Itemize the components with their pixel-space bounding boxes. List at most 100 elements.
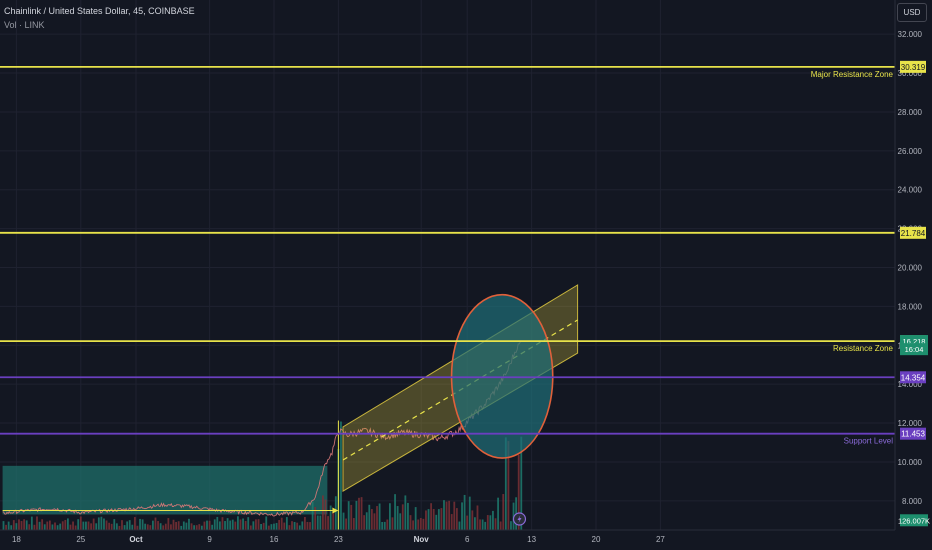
volume-bar xyxy=(136,525,139,530)
volume-bar xyxy=(113,519,116,530)
volume-bar xyxy=(430,503,433,530)
volume-bar xyxy=(275,522,278,530)
x-tick-label: Oct xyxy=(129,535,143,544)
y-tick-label: 32.000 xyxy=(898,30,923,39)
volume-bar xyxy=(309,522,311,530)
price-chart[interactable]: Major Resistance Zone Resistance Zone Supp… xyxy=(0,0,932,550)
volume-bar xyxy=(463,494,466,530)
volume-bar xyxy=(471,510,474,530)
volume-bar xyxy=(123,525,126,530)
volume-bar xyxy=(461,502,463,530)
volume-bar xyxy=(280,517,283,530)
volume-bar xyxy=(41,519,44,530)
volume-bar xyxy=(425,510,427,530)
volume-bar xyxy=(108,522,111,530)
volume-bar xyxy=(226,518,229,530)
volume-bar xyxy=(311,501,314,530)
volume-bar xyxy=(74,525,77,530)
volume-bar xyxy=(448,500,451,530)
volume-bar xyxy=(291,521,293,530)
volume-bar xyxy=(221,517,224,530)
volume-bar xyxy=(175,521,177,530)
volume-bar xyxy=(407,502,409,530)
volume-bar xyxy=(319,515,322,530)
volume-bar xyxy=(172,519,175,530)
volume-bar xyxy=(293,521,296,530)
volume-bar xyxy=(211,524,214,530)
axis-badge-label: 16:04 xyxy=(905,345,924,354)
volume-bar xyxy=(492,510,494,530)
volume-bar xyxy=(334,496,337,530)
x-tick-label: 13 xyxy=(527,535,536,544)
level-annotation-2: Resistance Zone xyxy=(833,344,894,353)
volume-bar xyxy=(72,521,74,530)
volume-bar xyxy=(234,521,237,530)
x-tick-label: 25 xyxy=(76,535,85,544)
level-annotation-0: Major Resistance Zone xyxy=(811,70,894,79)
volume-bar xyxy=(133,517,136,530)
volume-bar xyxy=(23,519,26,530)
volume-bar xyxy=(265,516,268,530)
volume-bar xyxy=(373,513,376,530)
volume-bar xyxy=(435,514,438,530)
volume-bar xyxy=(79,516,82,530)
volume-bar xyxy=(180,525,183,530)
volume-bar xyxy=(270,524,273,530)
currency-button[interactable]: USD xyxy=(897,3,927,22)
volume-bar xyxy=(386,519,389,530)
volume-bar xyxy=(100,516,103,530)
x-tick-label: 9 xyxy=(207,535,212,544)
volume-legend: Vol · LINK xyxy=(4,20,45,30)
volume-bar xyxy=(198,524,201,530)
volume-bar xyxy=(216,516,219,530)
volume-bar xyxy=(285,517,288,530)
volume-bar xyxy=(432,508,435,530)
volume-bar xyxy=(260,523,262,530)
x-tick-label: 18 xyxy=(12,535,21,544)
volume-bar xyxy=(121,520,123,530)
volume-bar xyxy=(25,520,28,530)
volume-bar xyxy=(105,520,108,530)
volume-bar xyxy=(177,521,180,530)
volume-bar xyxy=(149,525,152,530)
volume-bar xyxy=(242,518,244,530)
volume-bar xyxy=(28,524,31,530)
volume-bar xyxy=(126,521,129,530)
volume-bar xyxy=(30,516,33,530)
y-tick-label: 26.000 xyxy=(898,147,923,156)
volume-bar xyxy=(301,521,304,530)
volume-bar xyxy=(20,521,23,530)
volume-bar xyxy=(162,525,165,530)
volume-bar xyxy=(139,518,141,530)
volume-bar xyxy=(51,524,54,530)
volume-bar xyxy=(152,520,154,530)
volume-bar xyxy=(185,522,188,530)
volume-bar xyxy=(365,512,368,530)
volume-bar xyxy=(468,496,471,530)
volume-bar xyxy=(327,516,329,530)
volume-bar xyxy=(247,517,250,530)
x-tick-label: 20 xyxy=(592,535,601,544)
volume-bar xyxy=(370,509,373,530)
y-tick-label: 20.000 xyxy=(898,264,923,273)
volume-bar xyxy=(499,521,502,530)
volume-bar xyxy=(224,521,226,530)
volume-bar xyxy=(396,506,399,530)
volume-bar xyxy=(401,504,404,530)
volume-bar xyxy=(414,507,417,530)
volume-bar xyxy=(257,519,260,530)
x-tick-label: Nov xyxy=(414,535,430,544)
volume-bar xyxy=(95,523,98,530)
volume-bar xyxy=(46,521,49,530)
volume-bar xyxy=(77,519,80,530)
volume-bar xyxy=(195,525,198,530)
volume-bar xyxy=(115,523,118,530)
volume-bar xyxy=(38,521,41,530)
volume-bar xyxy=(231,519,234,530)
level-annotation-4: Support Level xyxy=(844,437,894,446)
volume-bar xyxy=(48,520,51,530)
level-badge-label: 21.784 xyxy=(901,229,926,238)
volume-bar xyxy=(69,524,72,530)
volume-bar xyxy=(340,421,342,530)
volume-bar xyxy=(239,519,242,530)
